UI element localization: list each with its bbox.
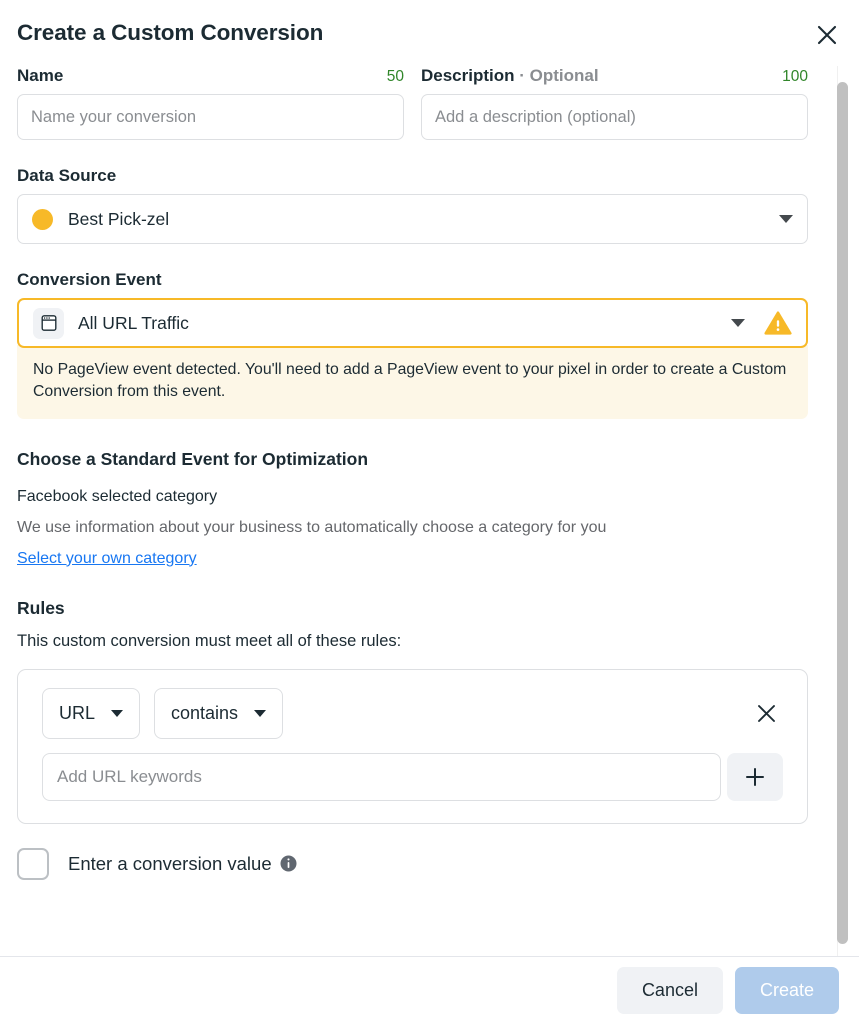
rule-row-keywords bbox=[42, 753, 783, 801]
data-source-label: Data Source bbox=[17, 166, 808, 186]
description-input[interactable] bbox=[421, 94, 808, 140]
description-field-header: Description · Optional 100 bbox=[421, 66, 808, 86]
description-field-group: Description · Optional 100 bbox=[421, 66, 808, 140]
dialog-body: Name 50 Description · Optional 100 Data … bbox=[0, 66, 859, 956]
description-char-count: 100 bbox=[782, 68, 808, 86]
close-button[interactable] bbox=[809, 17, 845, 53]
rules-subtitle: This custom conversion must meet all of … bbox=[17, 632, 808, 651]
rule-operator-value: contains bbox=[171, 703, 238, 724]
data-source-color-dot bbox=[32, 209, 53, 230]
name-label: Name bbox=[17, 66, 63, 86]
add-keyword-button[interactable] bbox=[727, 753, 783, 801]
rule-card: URL contains bbox=[17, 669, 808, 824]
chevron-down-icon bbox=[731, 319, 745, 327]
rule-field-select[interactable]: URL bbox=[42, 688, 140, 739]
dialog-header: Create a Custom Conversion bbox=[0, 0, 859, 66]
dialog-title: Create a Custom Conversion bbox=[17, 20, 323, 46]
optimization-title: Choose a Standard Event for Optimization bbox=[17, 449, 842, 470]
conversion-value-row: Enter a conversion value bbox=[17, 848, 842, 880]
scrollbar-thumb[interactable] bbox=[837, 82, 848, 944]
name-field-group: Name 50 bbox=[17, 66, 404, 140]
scrollbar-track[interactable] bbox=[840, 66, 854, 956]
close-icon bbox=[756, 703, 777, 724]
rule-operator-select[interactable]: contains bbox=[154, 688, 283, 739]
create-custom-conversion-dialog: Create a Custom Conversion Name 50 bbox=[0, 0, 859, 1024]
chevron-down-icon bbox=[254, 710, 266, 717]
conversion-event-warning-banner: No PageView event detected. You'll need … bbox=[17, 345, 808, 419]
name-input[interactable] bbox=[17, 94, 404, 140]
info-icon[interactable] bbox=[280, 855, 297, 872]
optimization-group: Choose a Standard Event for Optimization… bbox=[17, 449, 842, 568]
rule-row-selectors: URL contains bbox=[42, 688, 783, 739]
rule-field-value: URL bbox=[59, 703, 95, 724]
conversion-value-label: Enter a conversion value bbox=[68, 853, 272, 875]
plus-icon bbox=[744, 766, 766, 788]
optimization-selected-category: Facebook selected category bbox=[17, 488, 842, 506]
conversion-event-select[interactable]: All URL Traffic bbox=[17, 298, 808, 348]
rules-group: Rules This custom conversion must meet a… bbox=[17, 598, 842, 824]
data-source-select[interactable]: Best Pick-zel bbox=[17, 194, 808, 244]
data-source-group: Data Source Best Pick-zel bbox=[17, 166, 842, 244]
optimization-description: We use information about your business t… bbox=[17, 519, 842, 537]
chevron-down-icon bbox=[111, 710, 123, 717]
create-button[interactable]: Create bbox=[735, 967, 839, 1014]
description-optional-text: · Optional bbox=[519, 66, 598, 85]
conversion-event-label: Conversion Event bbox=[17, 270, 808, 290]
name-description-row: Name 50 Description · Optional 100 bbox=[17, 66, 842, 140]
name-char-count: 50 bbox=[387, 68, 404, 86]
conversion-event-value: All URL Traffic bbox=[78, 313, 731, 334]
close-icon bbox=[816, 24, 838, 46]
warning-triangle-icon-glyph bbox=[764, 310, 792, 336]
cancel-button[interactable]: Cancel bbox=[617, 967, 723, 1014]
select-own-category-link[interactable]: Select your own category bbox=[17, 550, 197, 568]
data-source-value: Best Pick-zel bbox=[68, 209, 779, 230]
rule-keywords-input[interactable] bbox=[42, 753, 721, 801]
remove-rule-button[interactable] bbox=[749, 696, 783, 730]
conversion-event-group: Conversion Event All URL Traffic bbox=[17, 270, 842, 419]
chevron-down-icon bbox=[779, 215, 793, 223]
rules-title: Rules bbox=[17, 598, 808, 619]
conversion-event-warning-text: No PageView event detected. You'll need … bbox=[33, 361, 786, 400]
description-label: Description · Optional bbox=[421, 66, 599, 86]
conversion-value-label-wrap: Enter a conversion value bbox=[68, 853, 297, 875]
conversion-value-checkbox[interactable] bbox=[17, 848, 49, 880]
description-label-text: Description bbox=[421, 66, 515, 85]
dialog-footer: Cancel Create bbox=[0, 956, 859, 1024]
browser-window-icon-glyph bbox=[39, 313, 59, 333]
browser-window-icon bbox=[33, 308, 64, 339]
warning-triangle-icon bbox=[764, 310, 792, 336]
name-field-header: Name 50 bbox=[17, 66, 404, 86]
